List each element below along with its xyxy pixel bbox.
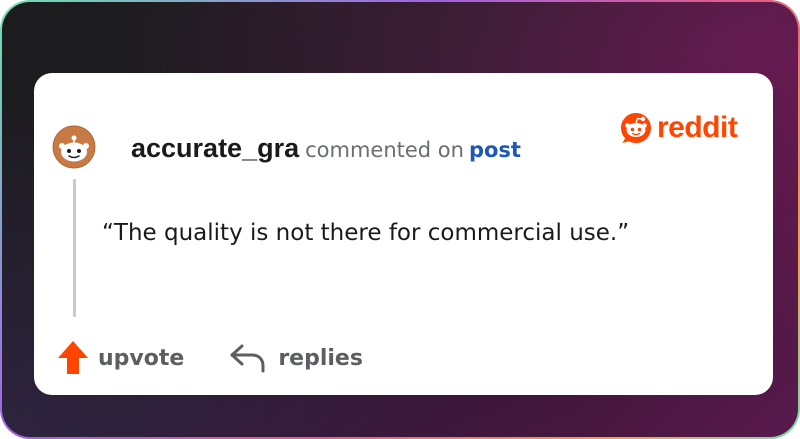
upvote-button[interactable]: upvote bbox=[56, 339, 184, 377]
comment-text: “The quality is not there for commercial… bbox=[102, 220, 630, 246]
upvote-label[interactable]: upvote bbox=[98, 346, 184, 371]
comment-header: accurate_gra commented on post bbox=[131, 133, 521, 164]
post-link[interactable]: post bbox=[469, 138, 521, 162]
background-frame: accurate_gra commented on post reddit “The… bbox=[0, 0, 800, 439]
comment-card: accurate_gra commented on post reddit “The… bbox=[34, 73, 773, 395]
brand-name: reddit bbox=[657, 111, 738, 144]
replies-button[interactable]: replies bbox=[228, 341, 363, 375]
reddit-snoo-icon bbox=[621, 113, 651, 143]
reply-arrow-icon[interactable] bbox=[228, 341, 268, 375]
avatar[interactable] bbox=[52, 125, 96, 169]
comment-actions: upvote replies bbox=[56, 339, 363, 377]
reddit-brand: reddit bbox=[619, 111, 738, 145]
thread-line bbox=[73, 179, 76, 317]
replies-label[interactable]: replies bbox=[278, 346, 363, 371]
username[interactable]: accurate_gra bbox=[131, 133, 299, 163]
comment-action-text: commented on bbox=[305, 138, 464, 162]
upvote-arrow-icon[interactable] bbox=[56, 339, 90, 377]
